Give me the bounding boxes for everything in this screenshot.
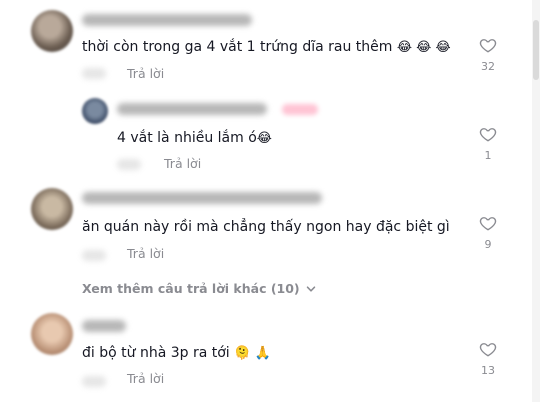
scrollbar-track[interactable] [532,0,540,402]
like-button[interactable]: 1 [476,125,500,162]
avatar[interactable] [82,98,108,124]
like-count: 32 [481,60,495,73]
commenter-name[interactable] [82,14,252,26]
like-button[interactable]: 13 [476,340,500,377]
comment-date [82,68,106,79]
avatar[interactable] [31,10,73,52]
like-count: 13 [481,364,495,377]
reply-button[interactable]: Trả lời [164,156,201,171]
comment-text: 4 vắt là nhiều lắm ó😂 [117,129,272,148]
reply-button[interactable]: Trả lời [127,66,164,81]
like-button[interactable]: 32 [476,36,500,73]
view-more-replies-label: Xem thêm câu trả lời khác (10) [82,281,300,296]
heart-outline-icon [479,39,497,53]
commenter-name[interactable] [82,320,126,332]
comment-body: thời còn trong ga 4 vắt 1 trứng dĩa rau … [82,39,393,55]
comment-date [117,159,141,170]
commenter-name[interactable] [82,192,322,204]
chevron-down-icon [306,285,315,292]
comment-body: ăn quán này rồi mà chẳng thấy ngon hay đ… [82,219,450,235]
emoji-laugh-icon: 😂 [256,131,272,146]
like-count: 9 [484,238,492,251]
view-more-replies-button[interactable]: Xem thêm câu trả lời khác (10) [82,281,316,296]
scrollbar-thumb[interactable] [533,20,539,80]
avatar[interactable] [31,313,73,355]
emoji-icon: 🫠 🙏 [234,346,271,361]
heart-outline-icon [479,128,497,142]
comment-date [82,250,106,261]
avatar[interactable] [31,188,73,230]
like-count: 1 [484,149,492,162]
comment-date [82,376,106,387]
commenter-name[interactable] [117,103,267,115]
emoji-laugh-icon: 😂 😂 😂 [396,40,451,55]
reply-button[interactable]: Trả lời [127,371,164,386]
heart-outline-icon [479,343,497,357]
reply-button[interactable]: Trả lời [127,246,164,261]
heart-outline-icon [479,217,497,231]
comment-text: thời còn trong ga 4 vắt 1 trứng dĩa rau … [82,38,451,57]
comment-body: đi bộ từ nhà 3p ra tới [82,345,230,361]
comment-text: ăn quán này rồi mà chẳng thấy ngon hay đ… [82,218,450,236]
like-button[interactable]: 9 [476,214,500,251]
comment-text: đi bộ từ nhà 3p ra tới 🫠 🙏 [82,344,271,363]
author-badge [282,104,318,115]
comment-body: 4 vắt là nhiều lắm ó [117,130,257,146]
